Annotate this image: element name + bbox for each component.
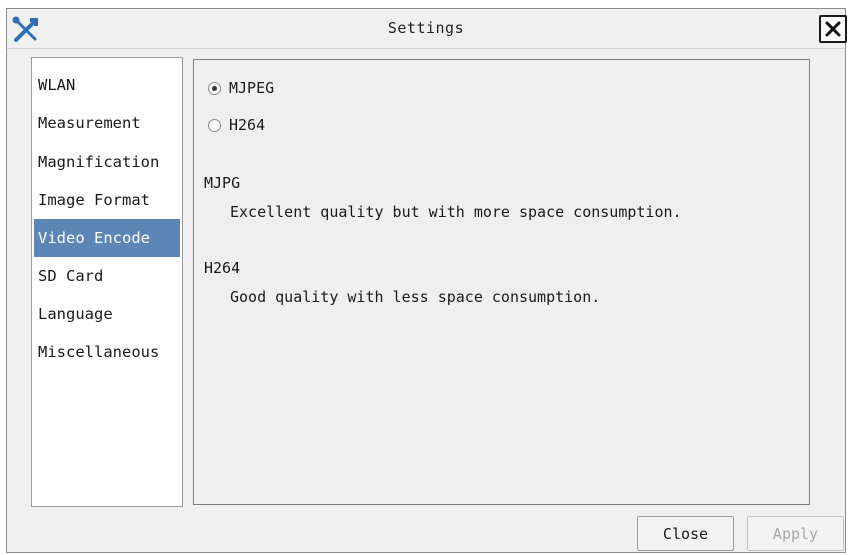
sidebar-item-image-format[interactable]: Image Format: [34, 181, 180, 219]
sidebar-item-magnification[interactable]: Magnification: [34, 143, 180, 181]
sidebar-item-miscellaneous[interactable]: Miscellaneous: [34, 333, 180, 371]
mjpg-description-text: Excellent quality but with more space co…: [230, 203, 682, 221]
close-button[interactable]: Close: [637, 516, 734, 551]
settings-dialog: Settings WLAN Measurement Magnification …: [6, 8, 847, 553]
mjpg-description-title: MJPG: [204, 174, 241, 192]
h264-radio-label: H264: [229, 116, 266, 134]
apply-button[interactable]: Apply: [747, 516, 844, 551]
sidebar-item-wlan[interactable]: WLAN: [34, 66, 180, 104]
settings-sidebar: WLAN Measurement Magnification Image For…: [31, 57, 183, 507]
mjpeg-radio-option[interactable]: MJPEG: [208, 77, 274, 99]
video-encode-panel: MJPEG H264 MJPG Excellent quality but wi…: [193, 59, 810, 505]
window-title: Settings: [387, 19, 465, 37]
h264-radio-option[interactable]: H264: [208, 114, 265, 136]
title-bar: Settings: [7, 9, 847, 49]
mjpeg-radio-label: MJPEG: [229, 79, 275, 97]
h264-description-text: Good quality with less space consumption…: [230, 288, 601, 306]
sidebar-item-video-encode[interactable]: Video Encode: [34, 219, 180, 257]
sidebar-item-sd-card[interactable]: SD Card: [34, 257, 180, 295]
sidebar-item-language[interactable]: Language: [34, 295, 180, 333]
sidebar-item-measurement[interactable]: Measurement: [34, 104, 180, 142]
close-icon[interactable]: [819, 15, 847, 43]
mjpeg-radio-button[interactable]: [208, 81, 221, 95]
h264-radio-button[interactable]: [208, 118, 221, 132]
h264-description-title: H264: [204, 259, 241, 277]
